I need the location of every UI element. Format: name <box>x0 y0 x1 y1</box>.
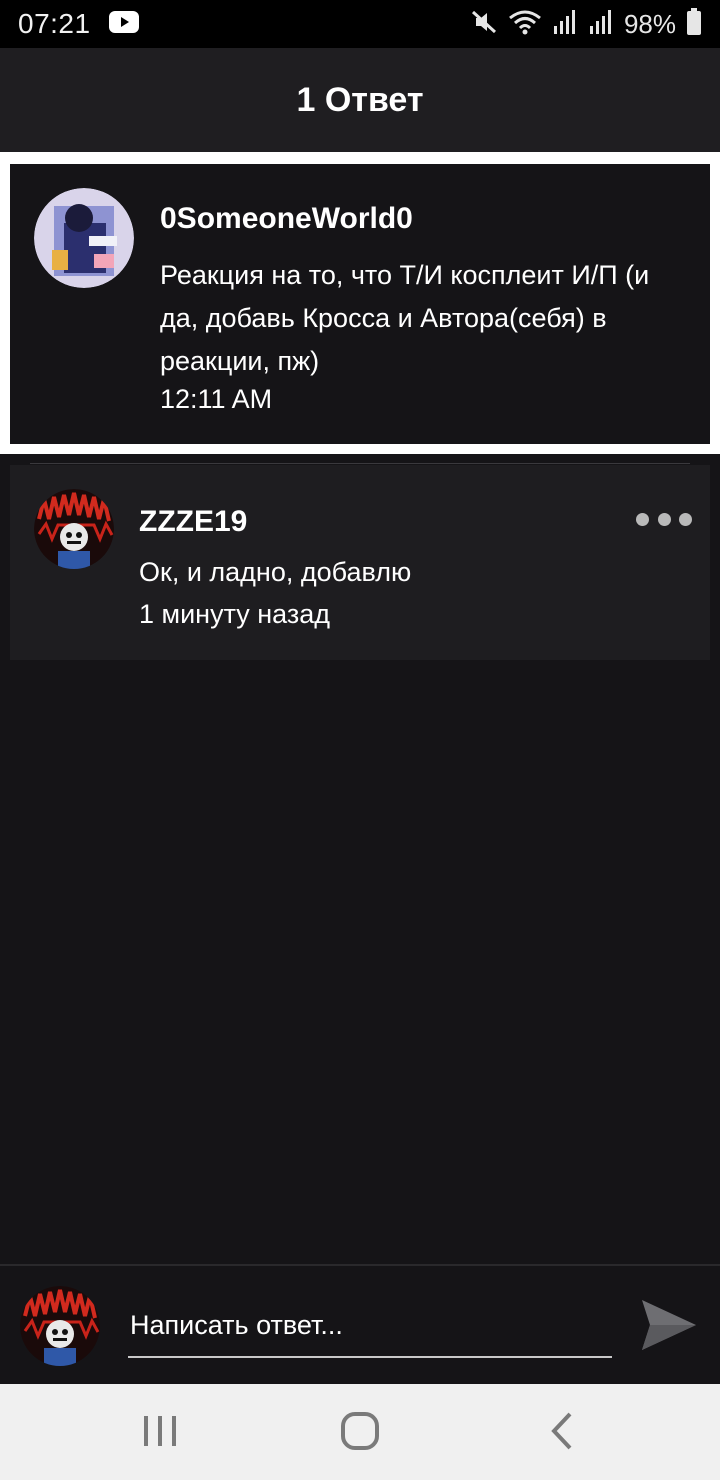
reply-username[interactable]: ZZZE19 <box>139 505 247 539</box>
signal-icon <box>552 8 578 41</box>
battery-percent: 98% <box>623 8 676 39</box>
signal-icon <box>588 8 614 41</box>
parent-comment: 0SomeoneWorld0 Реакция на то, что Т/И ко… <box>10 164 710 444</box>
more-dot <box>657 512 671 526</box>
back-icon[interactable] <box>532 1406 592 1456</box>
parent-comment-time: 12:11 AM <box>160 384 273 414</box>
divider <box>30 463 690 464</box>
avatar-icon[interactable] <box>34 489 114 569</box>
reply-composer <box>0 1264 720 1384</box>
more-horizontal-icon <box>636 512 649 526</box>
reply-input[interactable] <box>128 1294 612 1358</box>
avatar-icon <box>20 1286 100 1366</box>
parent-username[interactable]: 0SomeoneWorld0 <box>160 202 413 236</box>
wifi-icon <box>508 8 542 41</box>
reply-text: Ок, и ладно, добавлю <box>139 557 412 587</box>
more-options-button[interactable] <box>636 505 692 533</box>
status-time: 07:21 <box>18 8 91 39</box>
recent-apps-icon[interactable] <box>130 1406 190 1456</box>
avatar-icon[interactable] <box>34 188 134 288</box>
page-header: 1 Ответ <box>0 48 720 152</box>
reply-time: 1 минуту назад <box>139 599 331 629</box>
page-title: 1 Ответ <box>296 80 424 119</box>
parent-comment-frame: 0SomeoneWorld0 Реакция на то, что Т/И ко… <box>0 152 720 454</box>
battery-icon <box>686 7 702 41</box>
status-bar: 07:21 98% <box>0 0 720 48</box>
reply-comment: ZZZE19 Ок, и ладно, добавлю 1 минуту наз… <box>10 465 710 660</box>
send-button[interactable] <box>638 1296 700 1354</box>
send-icon <box>642 1300 696 1350</box>
youtube-icon <box>108 10 139 38</box>
parent-comment-text: Реакция на то, что Т/И косплеит И/П (и д… <box>160 260 650 376</box>
more-dot <box>679 512 692 526</box>
mute-icon <box>470 8 498 41</box>
system-nav-bar <box>0 1384 720 1480</box>
home-icon[interactable] <box>330 1406 390 1456</box>
